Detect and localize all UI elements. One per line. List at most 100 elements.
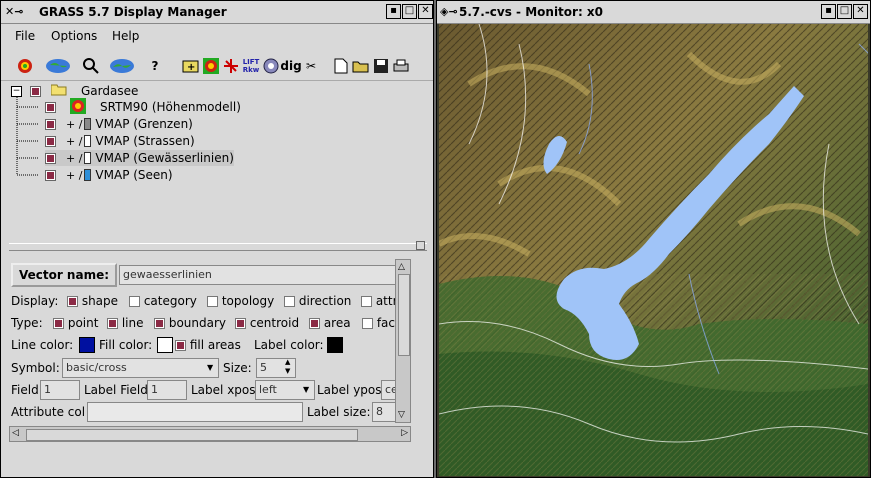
window-menu-icon[interactable]: ✕⊸ (5, 5, 23, 19)
dig-icon[interactable]: dig (280, 57, 301, 75)
type-line-checkbox[interactable] (107, 318, 118, 329)
collapse-toggle[interactable]: − (11, 85, 22, 97)
raster-layer-icon (70, 97, 86, 117)
type-face-checkbox[interactable] (362, 318, 373, 329)
fill-areas-option[interactable]: fill areas (175, 338, 241, 352)
display-attrib-checkbox[interactable] (361, 296, 372, 307)
tree-layer-row-srtm[interactable]: SRTM90 (Höhenmodell) (45, 97, 241, 117)
type-boundary-option[interactable]: boundary (154, 316, 226, 330)
menu-help[interactable]: Help (112, 29, 139, 43)
scroll-right-icon[interactable]: ▷ (401, 428, 408, 438)
search-icon[interactable] (81, 57, 101, 75)
map-canvas[interactable] (439, 24, 868, 476)
properties-vertical-scrollbar[interactable]: △ ▽ (395, 259, 411, 423)
tree-layer-row-gewaesserlinien[interactable]: + / VMAP (Gewässerlinien) (45, 150, 234, 166)
scroll-thumb[interactable] (26, 429, 358, 441)
tree-layer-row-grenzen[interactable]: + / VMAP (Grenzen) (45, 116, 193, 132)
layer-color-swatch (84, 118, 92, 130)
layer-checkbox[interactable] (45, 152, 56, 164)
properties-horizontal-scrollbar[interactable]: ◁ ▷ (9, 426, 411, 442)
symbol-select[interactable]: basic/cross (62, 358, 219, 378)
pane-divider[interactable] (9, 241, 427, 251)
layer-checkbox[interactable] (45, 169, 56, 181)
display-direction-checkbox[interactable] (284, 296, 295, 307)
type-boundary-checkbox[interactable] (154, 318, 165, 329)
display-category-option[interactable]: category (129, 294, 197, 308)
display-topology-checkbox[interactable] (207, 296, 218, 307)
tree-layer-row-seen[interactable]: + / VMAP (Seen) (45, 167, 173, 183)
menu-options[interactable]: Options (51, 29, 97, 43)
close-button[interactable]: ✕ (853, 4, 868, 19)
chevron-down-icon[interactable]: ▼ (303, 385, 309, 394)
group-label: Gardasee (81, 84, 139, 98)
display-direction-label: direction (298, 294, 352, 308)
zoom-icon[interactable] (45, 57, 71, 75)
layer-label: VMAP (Strassen) (95, 134, 195, 148)
add-raster-icon[interactable] (15, 57, 35, 75)
vector-layer-icon: + / (66, 134, 83, 148)
fill-areas-checkbox[interactable] (175, 340, 186, 351)
type-point-option[interactable]: point (53, 316, 98, 330)
minimize-button[interactable]: ▪ (386, 4, 401, 19)
chevron-down-icon[interactable]: ▼ (207, 363, 213, 372)
maximize-button[interactable]: □ (402, 4, 417, 19)
minimize-button[interactable]: ▪ (821, 4, 836, 19)
open-icon[interactable] (351, 57, 371, 75)
label-color-button[interactable] (327, 337, 343, 353)
add-group-icon[interactable]: + (181, 57, 201, 75)
type-centroid-option[interactable]: centroid (235, 316, 299, 330)
display-topology-option[interactable]: topology (207, 294, 274, 308)
window-menu-icon[interactable]: ◈⊸ (440, 5, 458, 19)
maximize-button[interactable]: □ (837, 4, 852, 19)
type-centroid-checkbox[interactable] (235, 318, 246, 329)
legend-icon[interactable]: LIFT Rkw (241, 57, 261, 75)
layer-checkbox[interactable] (45, 118, 56, 130)
spinner-arrows-icon[interactable]: ▲▼ (285, 358, 290, 376)
display-category-checkbox[interactable] (129, 296, 140, 307)
type-point-checkbox[interactable] (53, 318, 64, 329)
label-color-label: Label color: (254, 338, 324, 352)
barscale-icon[interactable] (261, 57, 281, 75)
scroll-thumb[interactable] (398, 274, 410, 356)
new-icon[interactable] (331, 57, 351, 75)
symbol-label: Symbol: (11, 361, 60, 375)
label-xpos-label: Label xpos (191, 383, 256, 397)
print-icon[interactable] (391, 57, 411, 75)
scroll-left-icon[interactable]: ◁ (12, 428, 19, 438)
cut-icon[interactable]: ✂ (301, 57, 321, 75)
close-button[interactable]: ✕ (418, 4, 433, 19)
menu-file[interactable]: File (15, 29, 35, 43)
display-shape-option[interactable]: shape (67, 294, 118, 308)
fill-areas-label: fill areas (189, 338, 241, 352)
monitor-titlebar[interactable]: ◈⊸ 5.7.-cvs - Monitor: x0 ▪ □ ✕ (437, 1, 870, 24)
type-area-option[interactable]: area (309, 316, 351, 330)
fill-color-button[interactable] (157, 337, 173, 353)
tree-layer-row-strassen[interactable]: + / VMAP (Strassen) (45, 133, 195, 149)
display-shape-checkbox[interactable] (67, 296, 78, 307)
group-checkbox[interactable] (30, 85, 41, 97)
layer-checkbox[interactable] (45, 101, 56, 113)
line-color-button[interactable] (79, 337, 95, 353)
raster-icon[interactable] (201, 57, 221, 75)
vector-name-button[interactable]: Vector name: (11, 263, 117, 287)
field-input[interactable]: 1 (40, 380, 80, 400)
scroll-down-icon[interactable]: ▽ (398, 410, 405, 420)
layer-label: VMAP (Seen) (95, 168, 173, 182)
save-icon[interactable] (371, 57, 391, 75)
display-direction-option[interactable]: direction (284, 294, 351, 308)
label-field-input[interactable]: 1 (147, 380, 187, 400)
vector-icon[interactable] (221, 57, 241, 75)
vector-name-field[interactable]: gewaesserlinien (119, 265, 405, 285)
display-topology-label: topology (221, 294, 275, 308)
attribute-col-input[interactable] (87, 402, 303, 422)
help-icon[interactable]: ? (145, 57, 165, 75)
sash-handle[interactable] (416, 241, 425, 250)
dm-titlebar[interactable]: ✕⊸ GRASS 5.7 Display Manager ▪ □ ✕ (1, 1, 433, 24)
type-area-checkbox[interactable] (309, 318, 320, 329)
layer-checkbox[interactable] (45, 135, 56, 147)
layers-icon[interactable] (109, 57, 135, 75)
scroll-up-icon[interactable]: △ (398, 262, 405, 272)
vector-layer-icon: + / (66, 117, 83, 131)
field-label: Field (11, 383, 39, 397)
type-line-option[interactable]: line (107, 316, 143, 330)
